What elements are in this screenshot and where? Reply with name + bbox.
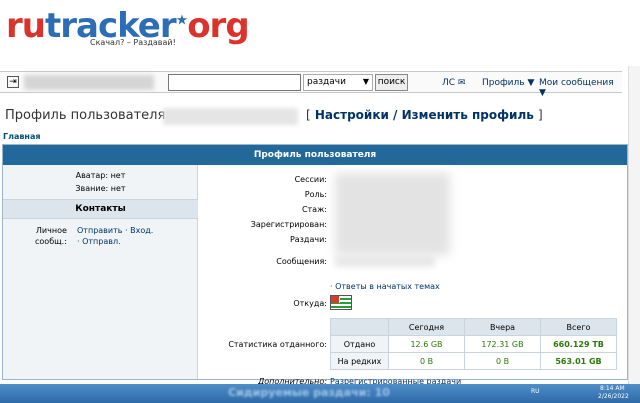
stats-row-label: На редких [330,352,389,370]
experience-label: Стаж: [301,205,327,214]
stats-cell: 563.01 GB [540,352,617,370]
messages-value-redacted [335,255,435,267]
table-row: На редких 0 B 0 B 563.01 GB [330,352,617,370]
rank-info: Звание: нет [75,184,126,193]
registered-label: Зарегистрирован: [250,220,327,229]
role-label: Роль: [304,190,327,199]
profile-values-redacted [335,173,450,255]
site-slogan: Скачал? – Раздавай! [90,38,176,47]
messages-replies-link[interactable]: · Ответы в начатых темах [330,282,440,291]
stats-label: Статистика отданного: [228,340,327,349]
pm-inbox-link[interactable]: Вход. [130,226,153,235]
stats-cell: 12.6 GB [388,335,465,353]
stats-cell: 0 B [388,352,465,370]
pm-link[interactable]: ЛС ✉ [442,78,465,88]
releases-label: Раздачи: [289,235,327,244]
clock-date[interactable]: 2/26/2022 [598,393,629,400]
profile-panel: Профиль пользователя Аватар: нет Звание:… [2,144,628,386]
clock-time[interactable]: 8:14 AM [600,385,625,392]
search-button[interactable]: поиск [375,74,408,91]
settings-link-group: [ Настройки / Изменить профиль ] [306,108,543,122]
page-scrollbar[interactable] [628,66,640,384]
stats-cell: 0 B [464,352,541,370]
site-header: rutracker★org Скачал? – Раздавай! [0,0,640,66]
profile-menu-link[interactable]: Профиль ▼ [482,78,534,88]
logout-icon[interactable]: ⇥ [7,76,19,88]
stats-row-label: Отдано [330,335,389,353]
profile-left-column: Аватар: нет Звание: нет Контакты Личное … [3,165,198,379]
settings-link[interactable]: Настройки / Изменить профиль [315,108,534,122]
os-taskbar: Сидируемые раздачи: 10 RU 8:14 AM 2/26/2… [0,384,640,403]
breadcrumb-home[interactable]: Главная [3,132,40,141]
search-scope-select[interactable]: раздачи ▼ [303,74,373,91]
messages-label: Сообщения: [276,257,327,266]
pm-links: Отправить · Вход. · Отправл. [77,226,154,246]
profile-panel-header: Профиль пользователя [3,145,627,165]
from-label: Откуда: [293,299,327,308]
avatar-info: Аватар: нет [75,171,126,180]
star-icon: ★ [175,12,189,29]
top-toolbar: ⇥ раздачи ▼ поиск ЛС ✉ Профиль ▼ Мои сооб… [0,71,622,98]
chevron-down-icon: ▼ [362,77,369,86]
stats-cell: 660.129 TB [540,335,617,353]
pm-outbox-link[interactable]: Отправл. [82,237,121,246]
seeding-overlay: Сидируемые раздачи: 10 [228,386,390,399]
profile-details: Сессии: Роль: Стаж: Зарегистрирован: Раз… [199,165,627,386]
pm-send-link[interactable]: Отправить [77,226,122,235]
sessions-label: Сессии: [294,175,327,184]
stats-col-total: Всего [540,318,617,336]
my-messages-link[interactable]: Мои сообщения ▼ [539,78,622,98]
page-title: Профиль пользователя: [5,108,170,123]
stats-col-yesterday: Вчера [464,318,541,336]
table-row: Отдано 12.6 GB 172.31 GB 660.129 TB [330,335,617,353]
stats-cell: 172.31 GB [464,335,541,353]
language-indicator[interactable]: RU [531,388,540,395]
contacts-header: Контакты [3,199,198,219]
upload-stats-table: Сегодня Вчера Всего Отдано 12.6 GB 172.3… [330,318,617,370]
pm-label: Личное сообщ.: [35,226,67,246]
username-title-redacted [163,108,298,125]
stats-col-today: Сегодня [388,318,465,336]
username-redacted [24,75,154,90]
search-input[interactable] [168,74,301,91]
country-flag-icon [330,295,352,310]
